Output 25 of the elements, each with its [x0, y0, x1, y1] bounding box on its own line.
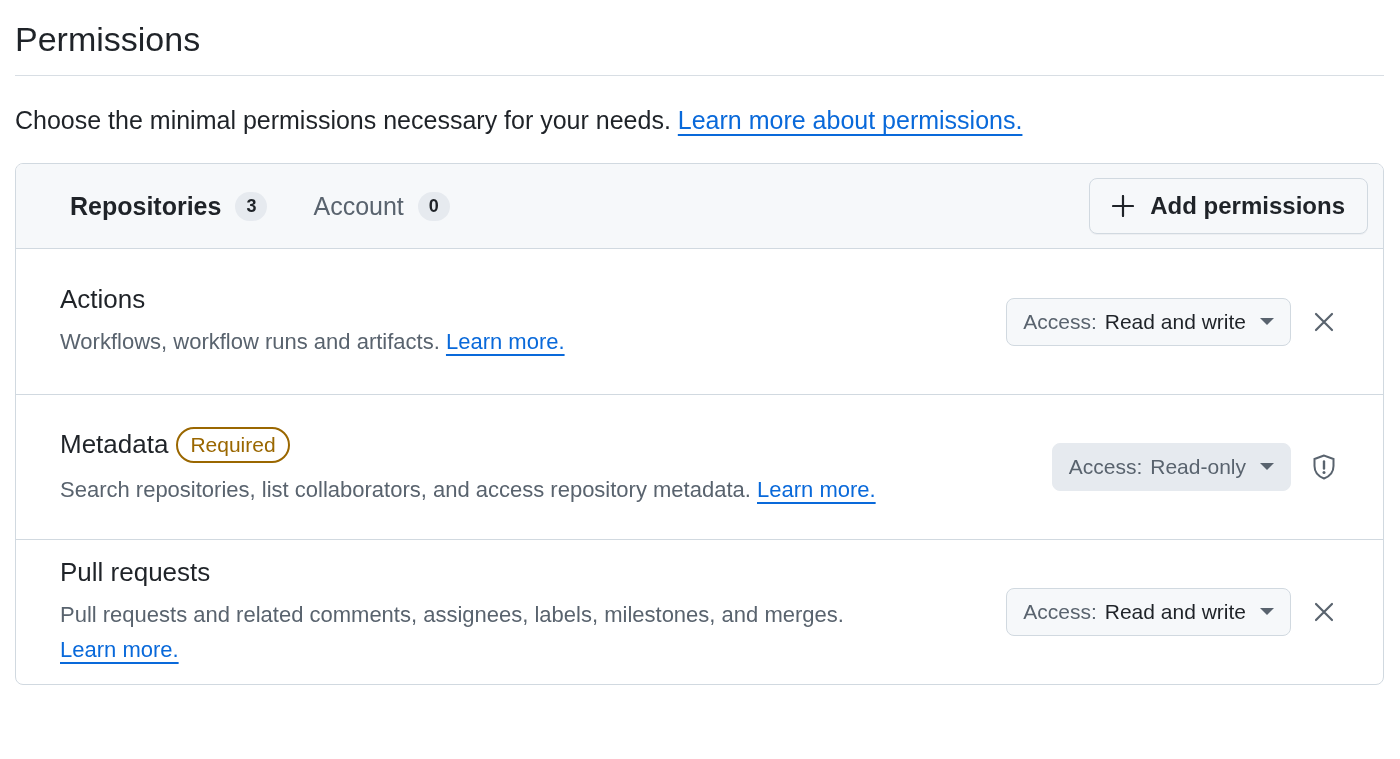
learn-more-link[interactable]: Learn more. — [60, 636, 179, 662]
caret-icon — [1260, 463, 1274, 471]
permission-name: Metadata — [60, 429, 169, 461]
tab[interactable]: Repositories 3 — [54, 183, 284, 229]
permission-description: Workflows, workflow runs and artifacts. Learn more. — [60, 327, 566, 356]
page-title: Permissions — [15, 14, 1384, 76]
caret-icon — [1260, 317, 1274, 326]
learn-more-link[interactable]: Learn more. — [445, 328, 565, 354]
permissions-link[interactable]: Learn more about permissions. — [677, 106, 1023, 134]
permission-name: Pull requests — [60, 557, 211, 589]
access-dropdown[interactable]: Access: Read and write — [1006, 297, 1291, 346]
tab[interactable]: Account 0 — [297, 183, 466, 229]
count-badge: 0 — [417, 191, 450, 221]
plus-icon — [1112, 195, 1135, 217]
intro-text: Choose the minimal permissions necessary for your needs. Learn more about permissions. — [15, 106, 1024, 135]
access-dropdown[interactable]: Access: Read and write — [1006, 588, 1291, 636]
learn-more-link[interactable]: Learn more. — [757, 476, 876, 502]
permission-description: Search repositories, list collaborators, and access repository metadata. Learn more. — [60, 475, 877, 504]
count-badge: 3 — [235, 191, 268, 221]
permission-name: Actions — [60, 283, 146, 315]
required-label: Required — [176, 426, 290, 463]
caret-icon — [1260, 608, 1274, 616]
shield-icon — [1311, 454, 1337, 480]
permission-description: Pull requests and related comments, assignees, labels, milestones, and merges. Learn more. — [60, 601, 845, 664]
add-permissions-button[interactable]: Add permissions — [1089, 178, 1368, 234]
